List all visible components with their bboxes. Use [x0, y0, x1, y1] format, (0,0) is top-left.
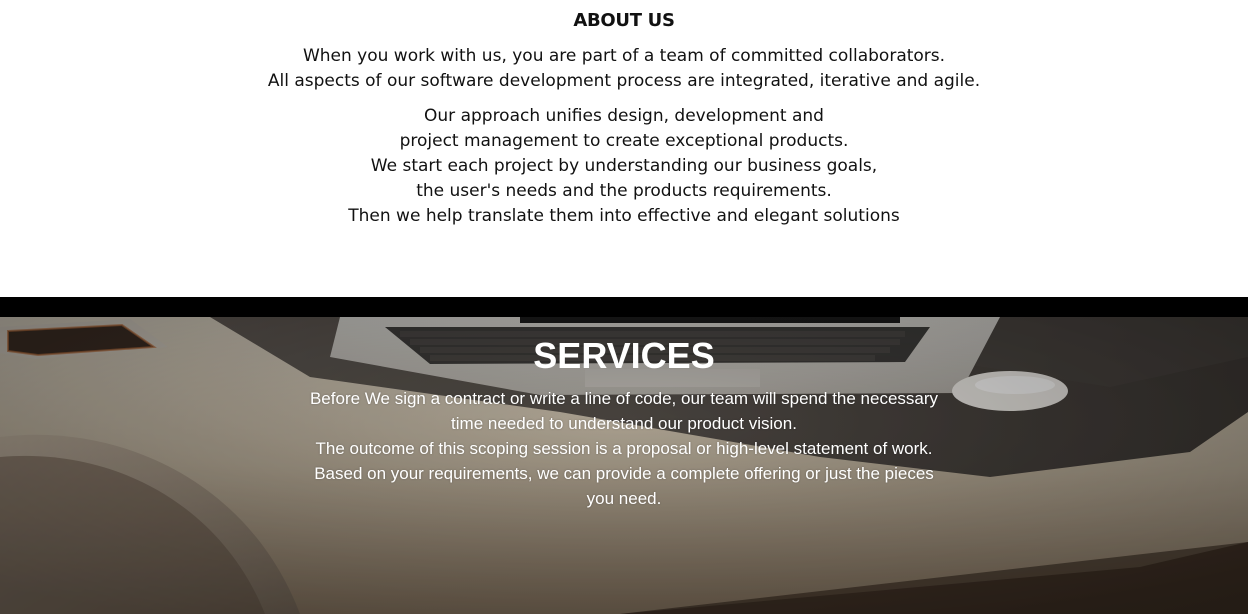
about-intro-line: All aspects of our software development …	[267, 71, 981, 91]
about-approach-line: the user's needs and the products requir…	[416, 181, 832, 201]
about-approach-line: We start each project by understanding o…	[370, 156, 878, 176]
services-description-line: The outcome of this scoping session is a…	[315, 439, 933, 458]
about-title: ABOUT US	[573, 10, 675, 31]
section-divider-band	[0, 297, 1248, 317]
about-intro: When you work with us, you are part of a…	[0, 44, 1248, 94]
about-intro-line: When you work with us, you are part of a…	[302, 46, 946, 66]
services-description-line: time needed to understand our product vi…	[451, 414, 797, 433]
about-section: ABOUT US When you work with us, you are …	[0, 0, 1248, 297]
about-approach: Our approach unifies design, development…	[0, 104, 1248, 229]
services-description-line: you need.	[586, 489, 662, 508]
services-section: SERVICES Before We sign a contract or wr…	[0, 317, 1248, 614]
services-title: SERVICES	[533, 335, 715, 376]
services-description-line: Before We sign a contract or write a lin…	[309, 389, 939, 408]
services-description-line: Based on your requirements, we can provi…	[314, 464, 934, 483]
services-description: Before We sign a contract or write a lin…	[0, 386, 1248, 511]
about-approach-line: Our approach unifies design, development…	[424, 106, 824, 126]
about-approach-line: Then we help translate them into effecti…	[348, 206, 900, 226]
about-approach-line: project management to create exceptional…	[399, 131, 849, 151]
